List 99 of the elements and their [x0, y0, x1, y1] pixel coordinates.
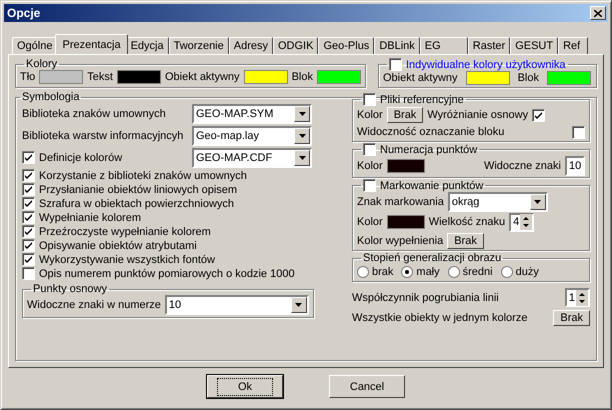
checkbox[interactable]: [22, 225, 35, 238]
radio-button[interactable]: [448, 266, 460, 278]
checkbox-label: Numeracja punktów: [380, 144, 478, 156]
checkbox[interactable]: [363, 93, 376, 106]
close-button[interactable]: [590, 6, 606, 20]
field-label: Wszystkie obiekty w jednym kolorze: [352, 312, 528, 324]
color-swatch[interactable]: [39, 70, 84, 84]
checkbox-label: Wykorzystywanie wszystkich fontów: [39, 254, 215, 266]
radio-label: średni: [462, 266, 493, 278]
close-icon[interactable]: [594, 10, 602, 16]
color-swatch[interactable]: [316, 70, 361, 84]
spin-arrows-icon[interactable]: [576, 290, 588, 306]
checkbox[interactable]: [363, 143, 376, 156]
group-title: Symbologia: [22, 91, 80, 103]
spin-field[interactable]: 4: [509, 212, 534, 232]
checkbox[interactable]: [572, 126, 585, 138]
checkbox[interactable]: [22, 151, 35, 164]
color-label: Obiekt aktywny: [164, 71, 240, 83]
color-label: Tekst: [87, 71, 113, 83]
color-button[interactable]: Brak: [553, 310, 590, 326]
group-title: Kolory: [26, 58, 58, 70]
checkbox[interactable]: [388, 58, 402, 71]
checkbox[interactable]: [22, 169, 35, 182]
color-swatch[interactable]: [244, 70, 288, 84]
input-field[interactable]: 10: [565, 156, 585, 176]
color-button[interactable]: Brak: [386, 107, 424, 123]
field-label: Biblioteka warstw informacyjncyh: [22, 130, 184, 142]
color-swatch[interactable]: [116, 70, 161, 84]
group-title: Punkty osnowy: [33, 283, 107, 295]
radio-label: mały: [416, 266, 440, 278]
dropdown[interactable]: GEO-MAP.CDF: [192, 148, 312, 168]
check-mark-icon: [534, 110, 544, 120]
tab[interactable]: Geo-Plus: [318, 37, 374, 54]
field-label: Kolor wypełnienia: [357, 234, 444, 246]
spin-field[interactable]: 1: [564, 288, 590, 307]
field-label: Znak markowania: [357, 196, 444, 208]
field-label: Widoczne znaki w numerze: [27, 299, 161, 311]
tab[interactable]: ODGIK: [273, 37, 318, 54]
dialog-button[interactable]: Cancel: [329, 375, 405, 398]
checkbox-label: Opisywanie obiektów atrybutami: [39, 240, 197, 252]
dropdown[interactable]: Geo-map.lay: [192, 126, 312, 146]
checkbox-label: Opis numerem punktów pomiarowych o kodzie 1000: [39, 268, 295, 280]
radio-label: duży: [516, 266, 539, 278]
checkbox[interactable]: [22, 183, 35, 196]
field-label: Wielkość znaku: [428, 216, 506, 228]
spin-arrows-icon[interactable]: [520, 214, 532, 230]
window-title: Opcje: [7, 6, 40, 20]
color-label: Blok: [292, 71, 313, 83]
tab[interactable]: DBLink: [374, 37, 420, 54]
checkbox[interactable]: [363, 179, 376, 192]
tab[interactable]: EG: [420, 37, 468, 54]
dropdown[interactable]: 10: [164, 295, 309, 315]
color-label: Obiekt aktywny: [382, 72, 458, 84]
tab[interactable]: Raster: [468, 37, 510, 54]
checkbox-label: Markowanie punktów: [380, 180, 484, 192]
radio-button[interactable]: [500, 266, 513, 278]
dropdown[interactable]: okrąg: [448, 192, 548, 212]
checkbox-label: Definicje kolorów: [39, 152, 122, 164]
tab[interactable]: GESUT: [510, 37, 558, 54]
color-swatch[interactable]: [546, 71, 591, 85]
color-swatch[interactable]: [386, 159, 425, 173]
checkbox[interactable]: [22, 197, 35, 210]
checkbox[interactable]: [22, 253, 35, 266]
field-label: Kolor: [357, 109, 383, 121]
tab[interactable]: Ref: [558, 37, 588, 54]
checkbox-label: Korzystanie z biblioteki znaków umownych: [39, 170, 247, 182]
checkbox[interactable]: [22, 211, 35, 224]
radio-button[interactable]: [401, 266, 414, 278]
tab[interactable]: Edycja: [126, 37, 169, 54]
tab[interactable]: Ogólne: [12, 37, 58, 54]
color-label: Blok: [518, 72, 539, 84]
checkbox[interactable]: [22, 239, 35, 252]
radio-label: brak: [372, 266, 394, 278]
field-label: Biblioteka znaków umownych: [22, 108, 166, 120]
checkbox-label: Pliki referencyjne: [380, 94, 464, 106]
checkbox-label: Wypełnianie kolorem: [39, 212, 142, 224]
checkbox[interactable]: [532, 108, 546, 122]
color-swatch[interactable]: [386, 215, 425, 229]
checkbox-label: Przysłanianie obiektów liniowych opisem: [39, 184, 238, 196]
checkbox-label: Indywidualne kolory użytkownika: [406, 58, 566, 70]
group-title: Stopień generalizacji obrazu: [363, 252, 502, 264]
checkbox-label: Przeźroczyste wypełnianie kolorem: [39, 226, 211, 238]
field-label: Współczynnik pogrubiania linii: [352, 292, 499, 304]
color-swatch[interactable]: [466, 71, 510, 85]
tab[interactable]: Tworzenie: [168, 37, 229, 54]
checkbox-label: Widoczność oznaczanie bloku: [357, 126, 504, 138]
checkbox-label: Wyróżnianie osnowy: [427, 109, 528, 121]
dropdown[interactable]: GEO-MAP.SYM: [192, 104, 312, 124]
field-label: Widoczne znaki: [484, 160, 561, 172]
checkbox[interactable]: [22, 267, 35, 280]
color-button[interactable]: Brak: [447, 232, 484, 248]
tab[interactable]: Prezentacja: [55, 34, 128, 54]
field-label: Kolor: [357, 216, 383, 228]
dialog-button[interactable]: Ok: [207, 375, 283, 398]
radio-button[interactable]: [357, 266, 369, 278]
tab[interactable]: Adresy: [228, 37, 273, 54]
color-label: Tło: [20, 71, 36, 83]
checkbox-label: Szrafura w obiektach powierzchniowych: [39, 198, 234, 210]
field-label: Kolor: [357, 160, 383, 172]
